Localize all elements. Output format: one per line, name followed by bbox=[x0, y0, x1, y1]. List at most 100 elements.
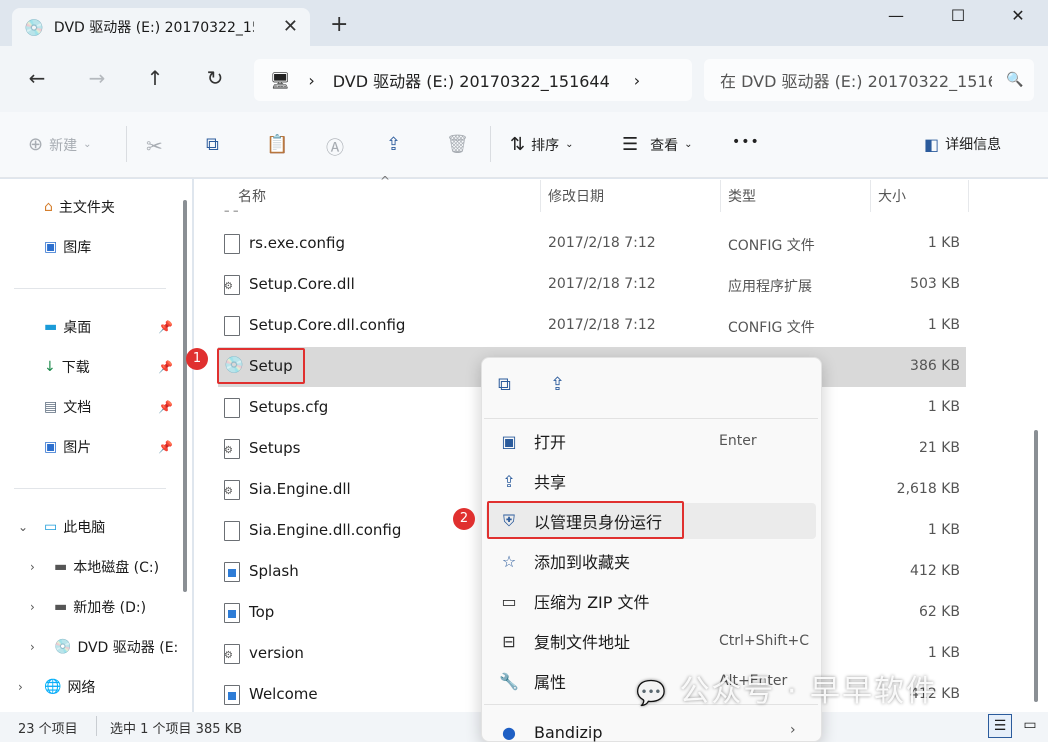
up-button[interactable]: ↑ bbox=[140, 66, 170, 90]
sidebar-label: 本地磁盘 (C:) bbox=[73, 560, 160, 576]
column-divider[interactable] bbox=[540, 180, 541, 212]
file-type: CONFIG 文件 bbox=[728, 320, 815, 336]
path-end-chevron-icon[interactable]: › bbox=[634, 71, 640, 90]
minimize-button[interactable]: — bbox=[876, 6, 916, 25]
sidebar-label: 新加卷 (D:) bbox=[73, 600, 147, 616]
tab-close-icon[interactable]: ✕ bbox=[283, 16, 298, 37]
sidebar-item-desktop[interactable]: ▬ 桌面 📌 bbox=[0, 312, 180, 342]
view-label: 查看 bbox=[650, 137, 679, 154]
details-pane-button[interactable]: ◧ 详细信息 bbox=[924, 134, 1001, 154]
table-row[interactable]: Setup.Core.dll.config 2017/2/18 7:12 CONFI… bbox=[218, 306, 966, 346]
shortcut-label: Ctrl+Shift+C bbox=[719, 633, 809, 649]
pin-icon[interactable]: 📌 bbox=[158, 440, 173, 454]
pin-icon[interactable]: 📌 bbox=[158, 400, 173, 414]
back-button[interactable]: ← bbox=[22, 66, 52, 90]
rename-button[interactable]: Ⓐ bbox=[326, 134, 344, 160]
file-size: 386 KB bbox=[910, 358, 960, 374]
sidebar-item-dvd-e[interactable]: › 💿 DVD 驱动器 (E: bbox=[0, 632, 180, 662]
highlight-box-run-as-admin bbox=[487, 501, 684, 539]
window-tab[interactable]: 💿 DVD 驱动器 (E:) 20170322_151644 ✕ bbox=[12, 8, 310, 46]
file-icon bbox=[224, 316, 240, 336]
sort-button[interactable]: ⇅ 排序 ⌄ bbox=[510, 134, 573, 155]
copy-icon[interactable]: ⧉ bbox=[498, 374, 511, 395]
chevron-down-icon: ⌄ bbox=[565, 139, 574, 150]
table-row[interactable]: Setup.Core.dll 2017/2/18 7:12 应用程序扩展 503 KB bbox=[218, 265, 966, 305]
chevron-right-icon[interactable]: › bbox=[30, 560, 35, 574]
star-icon: ☆ bbox=[501, 551, 517, 571]
table-row[interactable]: rs.exe.config 2017/2/18 7:12 CONFIG 文件 1 KB bbox=[218, 224, 966, 264]
file-name: Splash bbox=[249, 562, 299, 580]
sidebar-item-local-c[interactable]: › ▬ 本地磁盘 (C:) bbox=[0, 552, 180, 582]
more-options-button[interactable]: ••• bbox=[732, 134, 760, 150]
refresh-button[interactable]: ↻ bbox=[200, 66, 230, 90]
sidebar-scrollbar[interactable] bbox=[183, 200, 187, 592]
menu-item-compress-zip[interactable]: ▭ 压缩为 ZIP 文件 bbox=[486, 583, 816, 619]
sidebar-item-home[interactable]: ⌂ 主文件夹 bbox=[0, 192, 180, 222]
menu-item-open[interactable]: ▣ 打开 Enter bbox=[486, 423, 816, 459]
sidebar-item-downloads[interactable]: ↓ 下载 📌 bbox=[0, 352, 180, 382]
share-icon[interactable]: ⇪ bbox=[550, 374, 565, 395]
column-header-date[interactable]: 修改日期 bbox=[548, 186, 604, 206]
maximize-button[interactable]: ☐ bbox=[938, 6, 978, 25]
forward-button[interactable]: → bbox=[82, 66, 112, 90]
tiles-view-icon[interactable]: ▭ bbox=[1018, 714, 1042, 738]
column-divider[interactable] bbox=[720, 180, 721, 212]
cut-button[interactable]: ✂ bbox=[146, 134, 163, 158]
sort-indicator-icon: ^ bbox=[380, 174, 391, 188]
column-divider[interactable] bbox=[870, 180, 871, 212]
tab-title: DVD 驱动器 (E:) 20170322_151644 bbox=[53, 20, 254, 36]
scissors-icon: ✂ bbox=[146, 134, 163, 158]
chevron-down-icon[interactable]: ⌄ bbox=[18, 520, 28, 534]
column-header-size[interactable]: 大小 bbox=[878, 186, 906, 206]
sidebar-item-this-pc[interactable]: ⌄ ▭ 此电脑 bbox=[0, 512, 180, 542]
column-header-name[interactable]: 名称 bbox=[238, 186, 266, 206]
clipboard-icon: 📋 bbox=[266, 134, 289, 155]
new-button[interactable]: ⊕ 新建 ⌄ bbox=[28, 134, 91, 155]
sidebar-divider bbox=[14, 288, 166, 289]
truncated-row-edge: – – bbox=[224, 204, 239, 217]
file-list-scrollbar[interactable] bbox=[1034, 430, 1038, 702]
column-divider[interactable] bbox=[968, 180, 969, 212]
file-name: Setups.cfg bbox=[249, 398, 329, 416]
close-window-button[interactable]: ✕ bbox=[998, 6, 1038, 25]
sidebar-item-documents[interactable]: ▤ 文档 📌 bbox=[0, 392, 180, 422]
file-size: 412 KB bbox=[910, 563, 960, 579]
share-button[interactable]: ⇪ bbox=[386, 134, 401, 155]
pin-icon[interactable]: 📌 bbox=[158, 360, 173, 374]
new-tab-button[interactable]: + bbox=[330, 12, 348, 37]
chevron-right-icon[interactable]: › bbox=[18, 680, 23, 694]
sidebar-item-gallery[interactable]: ▣ 图库 bbox=[0, 232, 180, 262]
dvd-drive-icon: 💿 bbox=[24, 17, 44, 37]
chevron-down-icon: ⌄ bbox=[83, 139, 92, 150]
menu-item-copy-path[interactable]: ⊟ 复制文件地址 Ctrl+Shift+C bbox=[486, 623, 816, 659]
column-header-type[interactable]: 类型 bbox=[728, 186, 756, 206]
menu-label: 压缩为 ZIP 文件 bbox=[534, 593, 650, 612]
menu-label: 添加到收藏夹 bbox=[534, 553, 631, 572]
sidebar-label: 主文件夹 bbox=[58, 200, 115, 216]
pin-icon[interactable]: 📌 bbox=[158, 320, 173, 334]
sidebar-label: 下载 bbox=[61, 360, 90, 376]
copy-path-icon: ⊟ bbox=[502, 631, 516, 651]
copy-button[interactable]: ⧉ bbox=[206, 134, 219, 155]
details-view-icon[interactable]: ☰ bbox=[988, 714, 1012, 738]
menu-item-add-favorites[interactable]: ☆ 添加到收藏夹 bbox=[486, 543, 816, 579]
menu-item-share[interactable]: ⇪ 共享 bbox=[486, 463, 816, 499]
file-icon bbox=[224, 398, 240, 418]
chevron-right-icon[interactable]: › bbox=[30, 600, 35, 614]
view-button[interactable]: ☰ 查看 ⌄ bbox=[622, 134, 693, 155]
sidebar-label: 图库 bbox=[63, 240, 92, 256]
address-bar[interactable]: 🖥 › DVD 驱动器 (E:) 20170322_151644 › bbox=[254, 59, 692, 101]
paste-button[interactable]: 📋 bbox=[266, 134, 288, 155]
delete-button[interactable]: 🗑 bbox=[446, 134, 469, 155]
sidebar-item-network[interactable]: › 🌐 网络 bbox=[0, 672, 180, 702]
sidebar-label: 此电脑 bbox=[63, 520, 106, 536]
settings-file-icon bbox=[224, 275, 240, 295]
sidebar-item-pictures[interactable]: ▣ 图片 📌 bbox=[0, 432, 180, 462]
search-box[interactable]: 在 DVD 驱动器 (E:) 20170322_151644 中搜索 🔍 bbox=[704, 59, 1034, 101]
menu-item-bandizip[interactable]: ● Bandizip › bbox=[486, 714, 816, 742]
file-name: rs.exe.config bbox=[249, 234, 346, 252]
sidebar-item-new-d[interactable]: › ▬ 新加卷 (D:) bbox=[0, 592, 180, 622]
chevron-right-icon[interactable]: › bbox=[30, 640, 35, 654]
bandizip-icon: ● bbox=[502, 722, 516, 742]
details-label: 详细信息 bbox=[945, 137, 1002, 153]
